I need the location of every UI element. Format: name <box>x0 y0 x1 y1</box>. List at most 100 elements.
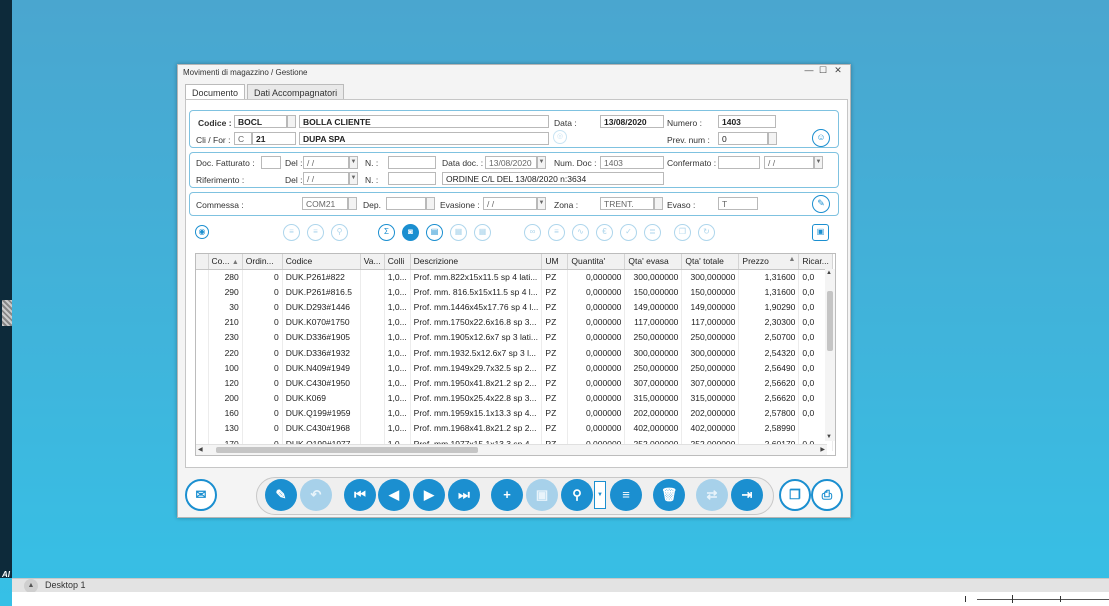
table-cell[interactable]: 0,000000 <box>567 314 626 330</box>
del-date-field[interactable]: / / <box>303 156 349 169</box>
export-icon[interactable]: ⇥ <box>731 479 763 511</box>
settings-grid-icon[interactable]: ▣ <box>812 224 829 241</box>
evasione-field[interactable]: / / <box>483 197 537 210</box>
table-row[interactable]: 100 0 DUK.N409#1949 1,0... Prof. mm.1949x29.… <box>196 360 833 376</box>
table-cell[interactable]: DUK.N409#1949 <box>282 360 361 376</box>
table-cell[interactable]: PZ <box>541 284 569 300</box>
table-cell[interactable]: DUK.C430#1950 <box>282 375 361 391</box>
table-cell[interactable] <box>360 405 385 421</box>
table-cell[interactable]: PZ <box>541 299 569 315</box>
new-document-icon[interactable]: + <box>491 479 523 511</box>
numero-field[interactable]: 1403 <box>718 115 776 128</box>
table-cell[interactable]: 2,30300 <box>738 314 800 330</box>
table-cell[interactable]: 300,000000 <box>624 269 683 285</box>
table-cell[interactable]: DUK.D336#1905 <box>282 329 361 345</box>
table-cell[interactable]: 300,000000 <box>681 269 740 285</box>
del-date-dropdown[interactable]: ▼ <box>349 156 358 169</box>
camera-icon[interactable]: ◙ <box>402 224 419 241</box>
table-cell[interactable]: 149,000000 <box>624 299 683 315</box>
table-cell[interactable]: 120 <box>208 375 243 391</box>
table-cell[interactable] <box>360 420 385 437</box>
horizontal-scroll-thumb[interactable] <box>216 447 478 453</box>
table-cell[interactable]: 1,0... <box>384 405 411 421</box>
table-cell[interactable]: 149,000000 <box>681 299 740 315</box>
table-cell[interactable]: 0,000000 <box>567 360 626 376</box>
table-cell[interactable]: 1,0... <box>384 284 411 300</box>
col-header[interactable]: Codice <box>282 254 361 270</box>
table-cell[interactable] <box>360 314 385 330</box>
table-cell[interactable]: 30 <box>208 299 243 315</box>
table-cell[interactable]: 160 <box>208 405 243 421</box>
table-cell[interactable]: 1,90290 <box>738 299 800 315</box>
col-header[interactable]: UM <box>541 254 569 270</box>
table-cell[interactable]: 402,000000 <box>624 420 683 437</box>
table-cell[interactable]: 0,000000 <box>567 375 626 391</box>
table-cell[interactable] <box>360 269 385 285</box>
table-cell[interactable]: PZ <box>541 329 569 345</box>
zona-field[interactable]: TRENT. <box>600 197 654 210</box>
table-cell[interactable]: 1,0... <box>384 329 411 345</box>
table-cell[interactable]: 200 <box>208 390 243 406</box>
codice-desc-field[interactable]: BOLLA CLIENTE <box>299 115 549 128</box>
table-cell[interactable]: 0,000000 <box>567 284 626 300</box>
table-cell[interactable]: 2,58990 <box>738 420 800 437</box>
table-cell[interactable]: 220 <box>208 344 243 361</box>
wrench-icon[interactable]: ✎ <box>812 195 830 213</box>
table-cell[interactable]: 1,0... <box>384 420 411 437</box>
evaso-field[interactable]: T <box>718 197 758 210</box>
table-cell[interactable]: 0 <box>242 375 283 391</box>
table-cell[interactable]: 100 <box>208 360 243 376</box>
zona-dropdown[interactable] <box>654 197 663 210</box>
table-cell[interactable]: 250,000000 <box>624 360 683 376</box>
table-cell[interactable]: Prof. mm.1959x15.1x13.3 sp 4... <box>410 405 543 421</box>
confermato-date-dropdown[interactable]: ▼ <box>814 156 823 169</box>
docfatt-field[interactable] <box>261 156 281 169</box>
table-cell[interactable]: 1,0... <box>384 344 411 361</box>
table-cell[interactable]: 290 <box>208 284 243 300</box>
col-header[interactable]: Qta' totale <box>681 254 740 270</box>
table-row[interactable]: 160 0 DUK.Q199#1959 1,0... Prof. mm.1959x15.… <box>196 405 833 421</box>
tab-documento[interactable]: Documento <box>185 84 246 100</box>
col-header[interactable]: Qta' evasa <box>624 254 683 270</box>
dep-dropdown[interactable] <box>426 197 435 210</box>
table-cell[interactable] <box>360 344 385 361</box>
table-cell[interactable] <box>360 329 385 345</box>
table-cell[interactable]: 1,0... <box>384 390 411 406</box>
table-cell[interactable]: 2,56620 <box>738 375 800 391</box>
table-row[interactable]: 220 0 DUK.D336#1932 1,0... Prof. mm.1932.5x1… <box>196 344 833 361</box>
rif-n-field[interactable] <box>388 172 436 185</box>
sum-icon[interactable]: Σ <box>378 224 395 241</box>
table-cell[interactable] <box>360 375 385 391</box>
vertical-scrollbar[interactable]: ▲ ▼ <box>825 269 835 441</box>
table-cell[interactable] <box>360 360 385 376</box>
title-bar[interactable]: Movimenti di magazzino / Gestione — ☐ ✕ <box>178 65 850 79</box>
scroll-down-icon[interactable]: ▼ <box>826 434 832 440</box>
clifor-code-field[interactable]: 21 <box>252 132 296 145</box>
col-header[interactable]: Colli <box>384 254 411 270</box>
rif-date-dropdown[interactable]: ▼ <box>349 172 358 185</box>
col-header[interactable]: Prezzo ▲ <box>738 254 800 270</box>
eye-icon[interactable]: ◉ <box>195 225 209 239</box>
last-record-icon[interactable]: ⏭ <box>448 479 480 511</box>
rif-date-field[interactable]: / / <box>303 172 349 185</box>
table-cell[interactable]: 280 <box>208 269 243 285</box>
datadoc-dropdown[interactable]: ▼ <box>537 156 546 169</box>
table-cell[interactable]: Prof. mm.1750x22.6x16.8 sp 3... <box>410 314 543 330</box>
table-cell[interactable]: 1,31600 <box>738 269 800 285</box>
table-cell[interactable]: 210 <box>208 314 243 330</box>
table-cell[interactable]: Prof. mm.1949x29.7x32.5 sp 2... <box>410 360 543 376</box>
table-cell[interactable]: 2,57800 <box>738 405 800 421</box>
table-cell[interactable]: 0,000000 <box>567 420 626 437</box>
print-icon[interactable]: ⎙ <box>811 479 843 511</box>
table-cell[interactable]: DUK.P261#822 <box>282 269 361 285</box>
evasione-dropdown[interactable]: ▼ <box>537 197 546 210</box>
table-cell[interactable]: 0 <box>242 329 283 345</box>
table-cell[interactable]: 0 <box>242 269 283 285</box>
data-field[interactable]: 13/08/2020 <box>600 115 664 128</box>
horizontal-scrollbar[interactable]: ◀ ▶ <box>196 444 827 455</box>
delete-icon[interactable]: 🗑 <box>653 479 685 511</box>
table-cell[interactable]: 250,000000 <box>624 329 683 345</box>
table-row[interactable]: 30 0 DUK.D293#1446 1,0... Prof. mm.1446x45x1… <box>196 299 833 315</box>
table-cell[interactable]: Prof. mm.1905x12.6x7 sp 3 lati... <box>410 329 543 345</box>
table-cell[interactable]: PZ <box>541 390 569 406</box>
